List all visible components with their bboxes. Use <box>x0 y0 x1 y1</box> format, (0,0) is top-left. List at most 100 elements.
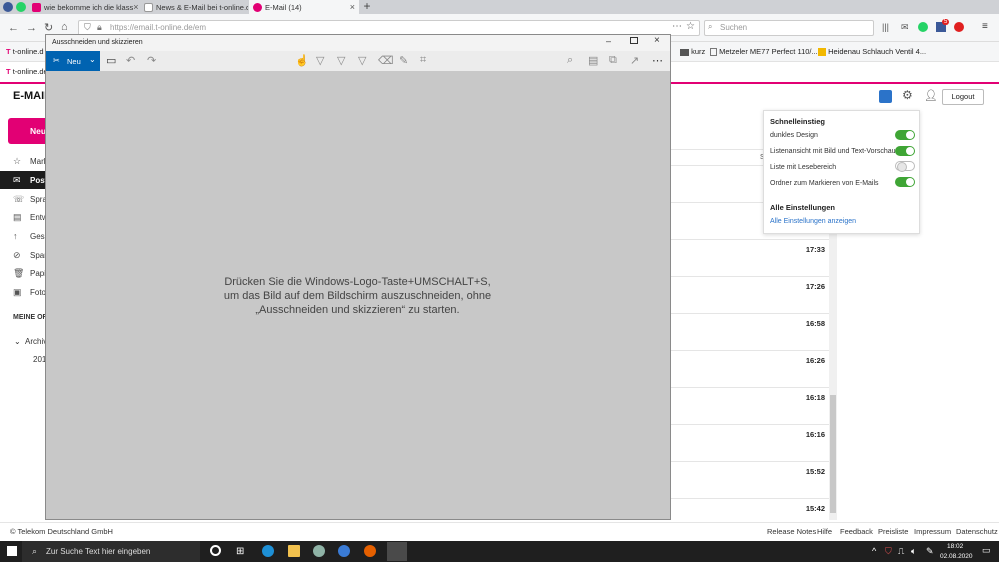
whatsapp-icon[interactable] <box>16 2 26 12</box>
save-icon[interactable]: ▤ <box>588 54 598 67</box>
footer-link-help[interactable]: Hilfe <box>817 527 832 536</box>
row-divider <box>670 350 830 351</box>
mail-time[interactable]: 16:58 <box>780 319 825 328</box>
close-icon[interactable]: × <box>350 2 355 12</box>
whatsapp-icon[interactable] <box>918 22 928 32</box>
bookmark-tonline[interactable]: T t-online.d <box>6 47 44 56</box>
windows-start-icon[interactable] <box>7 546 17 556</box>
tab-search[interactable]: wie bekomme ich die klass × <box>28 0 138 14</box>
tab-email[interactable]: E-Mail (14) × <box>249 0 359 14</box>
dark-design-toggle[interactable] <box>895 130 915 140</box>
mail-time[interactable]: 17:33 <box>780 245 825 254</box>
snip-new-button[interactable]: ✂ Neu ⌄ <box>46 51 100 71</box>
scrollbar-thumb[interactable] <box>830 395 836 513</box>
lock-icon[interactable]: 🔒︎ <box>97 22 102 33</box>
facebook-icon[interactable] <box>3 2 13 12</box>
snip-sketch-taskbar-icon[interactable] <box>387 542 407 561</box>
second-tonline-bar[interactable]: T t-online.de <box>6 67 48 76</box>
bookmark-heidenau[interactable]: Heidenau Schlauch Ventil 4... <box>818 47 926 57</box>
minimize-icon[interactable]: – <box>606 36 611 46</box>
maximize-icon[interactable] <box>630 37 638 44</box>
undo-icon[interactable]: ↶ <box>126 54 135 67</box>
shield-icon[interactable]: ⛉ <box>84 22 91 33</box>
mail-time[interactable]: 15:52 <box>780 467 825 476</box>
star-icon: ☆ <box>13 156 22 166</box>
share-icon[interactable]: ↗ <box>630 54 639 67</box>
home-icon[interactable]: ⌂ <box>61 21 68 33</box>
mail-time[interactable]: 16:16 <box>780 430 825 439</box>
footer-link-imprint[interactable]: Impressum <box>914 527 951 536</box>
library-icon[interactable]: ||| <box>882 22 889 32</box>
eraser-icon[interactable]: ⌫ <box>378 54 394 67</box>
touch-writing-icon[interactable]: ☝ <box>295 54 309 67</box>
gear-icon[interactable]: ⚙ <box>902 88 913 102</box>
chevron-down-icon[interactable]: ⌄ <box>89 55 96 64</box>
folder-archive[interactable]: Archiv <box>25 337 47 346</box>
page-icon <box>710 48 717 57</box>
adblock-icon[interactable] <box>954 22 964 32</box>
bookmark-star-icon[interactable]: ☆ <box>686 21 695 32</box>
pencil-icon[interactable]: ▽ <box>337 54 345 67</box>
bookmark-label: kurz <box>691 47 706 56</box>
footer-link-release-notes[interactable]: Release Notes <box>767 527 816 536</box>
tray-chevron-icon[interactable]: ^ <box>872 546 876 556</box>
row-divider <box>670 276 830 277</box>
spam-icon: ⊘ <box>13 250 21 260</box>
bookmark-label: t-online.d <box>12 47 44 56</box>
task-view-icon[interactable]: ⊞ <box>236 546 244 557</box>
volume-icon[interactable]: 🔈︎ <box>911 546 916 557</box>
more-icon[interactable]: ⋯ <box>672 21 682 32</box>
zoom-icon[interactable]: ⌕ <box>567 54 573 67</box>
app-icon[interactable] <box>313 545 325 557</box>
ballpoint-pen-icon[interactable]: ▽ <box>316 54 324 67</box>
all-settings-link[interactable]: Alle Einstellungen anzeigen <box>770 218 856 225</box>
more-icon[interactable]: ⋯ <box>652 54 663 67</box>
cortana-icon[interactable] <box>210 545 221 556</box>
firefox-icon[interactable] <box>364 545 376 557</box>
new-tab-button[interactable]: + <box>360 0 374 14</box>
forward-icon[interactable]: → <box>26 22 37 34</box>
mail-time[interactable]: 16:26 <box>780 356 825 365</box>
notification-icon[interactable]: ▭ <box>982 545 991 556</box>
mail-time[interactable]: 15:42 <box>780 504 825 513</box>
new-mail-button[interactable]: Neu <box>8 118 48 144</box>
copyright: © Telekom Deutschland GmbH <box>10 527 113 536</box>
footer-link-prices[interactable]: Preisliste <box>878 527 908 536</box>
logout-button[interactable]: Logout <box>942 89 984 105</box>
network-icon[interactable]: ⎍ <box>898 546 904 557</box>
highlighter-icon[interactable]: ▽ <box>358 54 366 67</box>
chevron-down-icon[interactable]: ⌄ <box>14 337 21 346</box>
tab-news[interactable]: News & E-Mail bei t-online.d × <box>140 0 248 14</box>
edge-icon[interactable] <box>262 545 274 557</box>
mail-time[interactable]: 17:26 <box>780 282 825 291</box>
footer-link-feedback[interactable]: Feedback <box>840 527 873 536</box>
taskbar-date[interactable]: 02.08.2020 <box>940 553 973 560</box>
back-icon[interactable]: ← <box>8 22 19 34</box>
close-icon[interactable]: × <box>654 35 660 46</box>
lightbulb-icon[interactable] <box>879 90 892 103</box>
bookmark-folder-kurz[interactable]: kurz <box>680 47 705 56</box>
ruler-icon[interactable]: ✎ <box>399 54 408 67</box>
bookmark-metzeler[interactable]: Metzeler ME77 Perfect 110/... <box>710 47 818 57</box>
reading-pane-toggle[interactable] <box>895 161 915 172</box>
copy-icon[interactable]: ⧉ <box>609 54 617 67</box>
thunderbird-icon[interactable] <box>338 545 350 557</box>
close-icon[interactable]: × <box>133 2 138 12</box>
redo-icon[interactable]: ↷ <box>147 54 156 67</box>
mail-time[interactable]: 16:18 <box>780 393 825 402</box>
snip-new-label: Neu <box>67 57 81 66</box>
file-explorer-icon[interactable] <box>288 545 300 557</box>
taskbar-time[interactable]: 18:02 <box>947 543 963 550</box>
shield-tray-icon[interactable]: ⛉ <box>885 546 892 557</box>
marker-folders-toggle[interactable] <box>895 177 915 187</box>
user-icon[interactable]: 👤︎ <box>924 89 938 102</box>
menu-icon[interactable]: ≡ <box>982 21 988 32</box>
crop-icon[interactable]: ⌗ <box>420 54 426 67</box>
pen-icon[interactable]: ✎ <box>926 546 934 557</box>
open-file-icon[interactable]: ▭ <box>106 54 116 67</box>
reload-icon[interactable]: ↻ <box>44 21 53 34</box>
list-preview-toggle[interactable] <box>895 146 915 156</box>
trash-icon: 🗑︎ <box>13 268 25 278</box>
mail-icon[interactable]: ✉ <box>901 22 909 33</box>
footer-link-privacy[interactable]: Datenschutz <box>956 527 998 536</box>
